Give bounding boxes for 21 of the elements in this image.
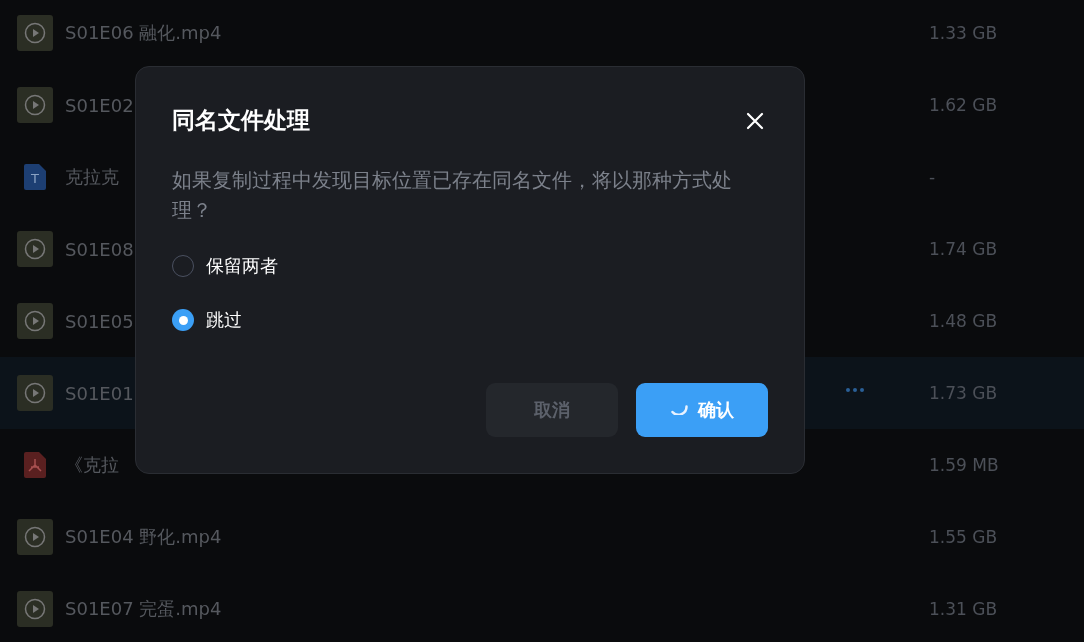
file-name: S01E04 野化.mp4 bbox=[65, 525, 222, 549]
file-name: S01E05 bbox=[65, 310, 134, 332]
file-size: 1.74 GB bbox=[929, 239, 998, 259]
file-size: 1.55 GB bbox=[929, 527, 998, 547]
file-name: S01E08 bbox=[65, 238, 134, 260]
dialog-message: 如果复制过程中发现目标位置已存在同名文件，将以那种方式处理？ bbox=[172, 168, 733, 224]
document-icon: T bbox=[24, 164, 46, 190]
file-size: 1.59 MB bbox=[929, 455, 999, 475]
file-size: 1.31 GB bbox=[929, 599, 998, 619]
file-size: 1.62 GB bbox=[929, 95, 998, 115]
file-name: S01E02 bbox=[65, 94, 134, 116]
file-size: 1.33 GB bbox=[929, 23, 998, 43]
file-name: 《克拉 bbox=[65, 453, 119, 477]
file-name: 克拉克 bbox=[65, 165, 119, 189]
file-name: S01E01 bbox=[65, 382, 134, 404]
file-size: - bbox=[929, 167, 936, 187]
dialog-title: 同名文件处理 bbox=[172, 106, 310, 135]
file-name: S01E06 融化.mp4 bbox=[65, 21, 222, 45]
file-name: S01E07 完蛋.mp4 bbox=[65, 597, 222, 621]
file-size: 1.73 GB bbox=[929, 383, 998, 403]
file-size: 1.48 GB bbox=[929, 311, 998, 331]
